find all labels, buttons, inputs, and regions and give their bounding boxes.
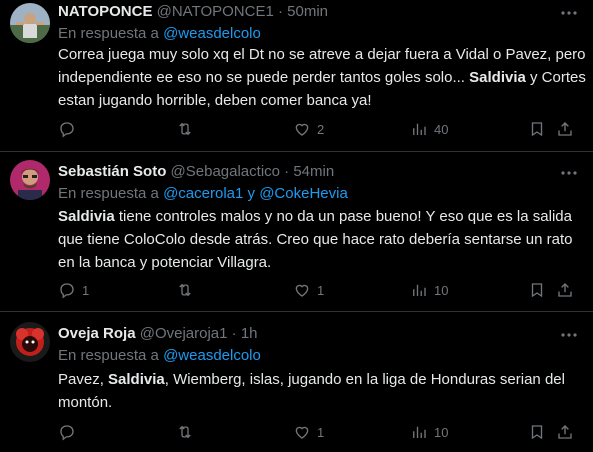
tweet-text: Correa juega muy solo xq el Dt no se atr… [58,43,588,112]
like-count: 2 [317,121,325,137]
like-button[interactable]: 2 [293,119,324,139]
tweet[interactable]: NATOPONCE @NATOPONCE1 · 50min En respues… [0,0,593,150]
like-button[interactable]: 1 [293,280,324,300]
text-segment: Pavez, [58,371,109,388]
reply-icon [60,425,74,441]
retweet-icon [179,283,191,297]
retweet-icon [179,122,191,136]
bookmark-icon [531,122,543,137]
reply-prefix: En respuesta a [58,185,159,202]
reply-count: 1 [82,282,90,298]
reply-mention[interactable]: @weasdelcolo [163,347,261,364]
retweet-icon [179,425,191,439]
views-count: 10 [434,282,449,298]
text-segment: tiene controles malos y no da un pase bu… [58,208,573,271]
bookmark-icon [531,425,543,440]
author-name[interactable]: NATOPONCE [58,3,152,20]
views-button[interactable]: 10 [410,422,448,442]
heart-icon [295,426,309,439]
reply-prefix: En respuesta a [58,347,159,364]
more-icon[interactable] [559,164,579,182]
author-handle[interactable]: @Ovejaroja1 [140,325,228,342]
share-icon [558,425,572,439]
tweet-text: Pavez, Saldivia, Wiemberg, islas, jugand… [58,368,588,414]
like-button[interactable]: 1 [293,422,324,442]
reply-mention[interactable]: @cacerola1 [163,185,243,202]
share-icon [558,122,572,136]
views-count: 40 [434,121,449,137]
reply-and: y [247,185,256,202]
share-icon [558,283,572,297]
bookmark-icon [531,283,543,298]
views-icon [413,284,426,296]
avatar[interactable] [10,3,50,43]
bookmark-button[interactable] [528,119,546,139]
views-button[interactable]: 10 [410,280,448,300]
avatar[interactable] [10,160,50,200]
author-handle[interactable]: @Sebagalactico [171,163,280,180]
text-highlight: Saldivia [469,69,526,86]
tweet-text: Saldivia tiene controles malos y no da u… [58,205,588,274]
retweet-button[interactable] [176,422,200,442]
more-icon[interactable] [559,4,579,22]
tweet-header: Oveja Roja @Ovejaroja1 · 1h [58,325,258,343]
like-count: 1 [317,282,325,298]
views-count: 10 [434,424,449,440]
timestamp[interactable]: · 50min [278,3,328,20]
share-button[interactable] [556,422,574,442]
tweet-header: NATOPONCE @NATOPONCE1 · 50min [58,3,328,21]
reply-button[interactable] [58,119,82,139]
author-name[interactable]: Oveja Roja [58,325,136,342]
retweet-button[interactable] [176,119,200,139]
reply-context: En respuesta a @weasdelcolo [58,347,261,365]
timestamp[interactable]: · 1h [232,325,258,342]
action-bar: 2 40 [58,119,583,139]
heart-icon [295,284,309,297]
text-highlight: Saldivia [108,371,165,388]
reply-button[interactable]: 1 [58,280,89,300]
action-bar: 1 10 [58,422,583,442]
timestamp[interactable]: · 54min [284,163,334,180]
tweet[interactable]: Oveja Roja @Ovejaroja1 · 1h En respuesta… [0,312,593,452]
more-icon[interactable] [559,326,579,344]
reply-context: En respuesta a @weasdelcolo [58,25,261,43]
views-icon [413,426,426,438]
reply-prefix: En respuesta a [58,25,159,42]
retweet-button[interactable] [176,280,200,300]
share-button[interactable] [556,119,574,139]
reply-context: En respuesta a @cacerola1 y @CokeHevia [58,185,348,203]
text-highlight: Saldivia [58,208,115,225]
action-bar: 1 1 10 [58,280,583,300]
avatar[interactable] [10,322,50,362]
tweet-header: Sebastián Soto @Sebagalactico · 54min [58,163,334,181]
author-handle[interactable]: @NATOPONCE1 [157,3,274,20]
reply-button[interactable] [58,422,82,442]
tweet[interactable]: Sebastián Soto @Sebagalactico · 54min En… [0,152,593,308]
bookmark-button[interactable] [528,280,546,300]
author-name[interactable]: Sebastián Soto [58,163,166,180]
like-count: 1 [317,424,325,440]
views-button[interactable]: 40 [410,119,448,139]
reply-mention[interactable]: @weasdelcolo [163,25,261,42]
views-icon [413,123,426,135]
bookmark-button[interactable] [528,422,546,442]
heart-icon [295,123,309,136]
reply-icon [60,122,74,138]
share-button[interactable] [556,280,574,300]
reply-icon [60,283,74,299]
reply-mention-2[interactable]: @CokeHevia [259,185,348,202]
